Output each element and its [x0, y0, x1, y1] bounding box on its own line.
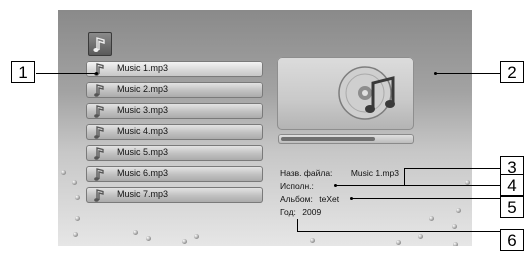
cd-music-icon	[338, 66, 395, 120]
music-note-icon	[93, 125, 107, 144]
track-item[interactable]: Music 2.mp3	[86, 82, 263, 98]
track-label: Music 6.mp3	[117, 168, 169, 178]
droplet-decoration	[452, 224, 457, 229]
callout-leader-dot-1	[95, 72, 98, 75]
track-label: Music 7.mp3	[117, 189, 169, 199]
playback-progress-fill	[281, 137, 375, 141]
music-note-icon	[93, 146, 107, 165]
callout-leader-2	[435, 73, 501, 74]
track-item[interactable]: Music 5.mp3	[86, 145, 263, 161]
callout-6: 6	[500, 229, 524, 251]
album-row: Альбом: teXet	[280, 194, 339, 204]
callout-leader-3-vertical	[404, 168, 405, 185]
droplet-decoration	[310, 238, 315, 243]
droplet-decoration	[194, 234, 199, 239]
music-note-icon	[93, 188, 107, 207]
callout-2: 2	[500, 61, 524, 83]
music-note-icon	[88, 32, 112, 56]
droplet-decoration	[75, 216, 80, 221]
callout-leader-6	[297, 231, 500, 232]
droplet-decoration	[429, 216, 434, 221]
droplet-decoration	[456, 208, 461, 213]
callout-leader-3	[404, 168, 500, 169]
droplet-decoration	[133, 230, 138, 235]
track-label: Music 4.mp3	[117, 126, 169, 136]
music-note-icon	[93, 83, 107, 102]
music-note-icon	[93, 167, 107, 186]
playback-progress-bar[interactable]	[278, 134, 414, 144]
droplet-decoration	[418, 234, 423, 239]
track-item[interactable]: Music 6.mp3	[86, 166, 263, 182]
track-label: Music 1.mp3	[117, 63, 169, 73]
filename-value: Music 1.mp3	[350, 168, 399, 178]
track-label: Music 2.mp3	[117, 84, 169, 94]
callout-leader-dot-4	[334, 184, 337, 187]
callout-5: 5	[500, 196, 524, 218]
album-cover-panel	[277, 57, 414, 130]
track-item[interactable]: Music 4.mp3	[86, 124, 263, 140]
callout-leader-4	[336, 185, 500, 186]
droplet-decoration	[182, 239, 187, 244]
droplet-decoration	[61, 170, 66, 175]
track-label: Music 3.mp3	[117, 105, 169, 115]
droplet-decoration	[72, 180, 77, 185]
music-note-icon	[93, 104, 107, 123]
album-label: Альбом:	[280, 194, 313, 204]
artist-label: Исполн.:	[280, 181, 314, 191]
droplet-decoration	[75, 195, 80, 200]
callout-1: 1	[11, 61, 35, 83]
artist-row: Исполн.:	[280, 181, 314, 191]
track-item[interactable]: Music 1.mp3	[86, 61, 263, 77]
callout-leader-5	[352, 198, 500, 199]
track-item[interactable]: Music 7.mp3	[86, 187, 263, 203]
track-item[interactable]: Music 3.mp3	[86, 103, 263, 119]
filename-label: Назв. файла:	[280, 168, 333, 178]
year-label: Год:	[280, 207, 296, 217]
droplet-decoration	[73, 232, 78, 237]
callout-leader-dot-5	[350, 197, 353, 200]
droplet-decoration	[396, 240, 401, 245]
album-value: teXet	[319, 194, 340, 204]
player-screen: Music 1.mp3 Music 2.mp3 Music 3.mp3 Music 4…	[58, 10, 472, 246]
droplet-decoration	[146, 236, 151, 241]
callout-4: 4	[500, 174, 524, 196]
track-label: Music 5.mp3	[117, 147, 169, 157]
callout-leader-1	[36, 73, 96, 74]
droplet-decoration	[453, 242, 458, 246]
callout-leader-6-vertical	[297, 219, 298, 231]
year-row: Год: 2009	[280, 207, 321, 217]
year-value: 2009	[302, 207, 322, 217]
filename-row: Назв. файла: Music 1.mp3	[280, 168, 399, 178]
callout-leader-dot-2	[434, 72, 437, 75]
